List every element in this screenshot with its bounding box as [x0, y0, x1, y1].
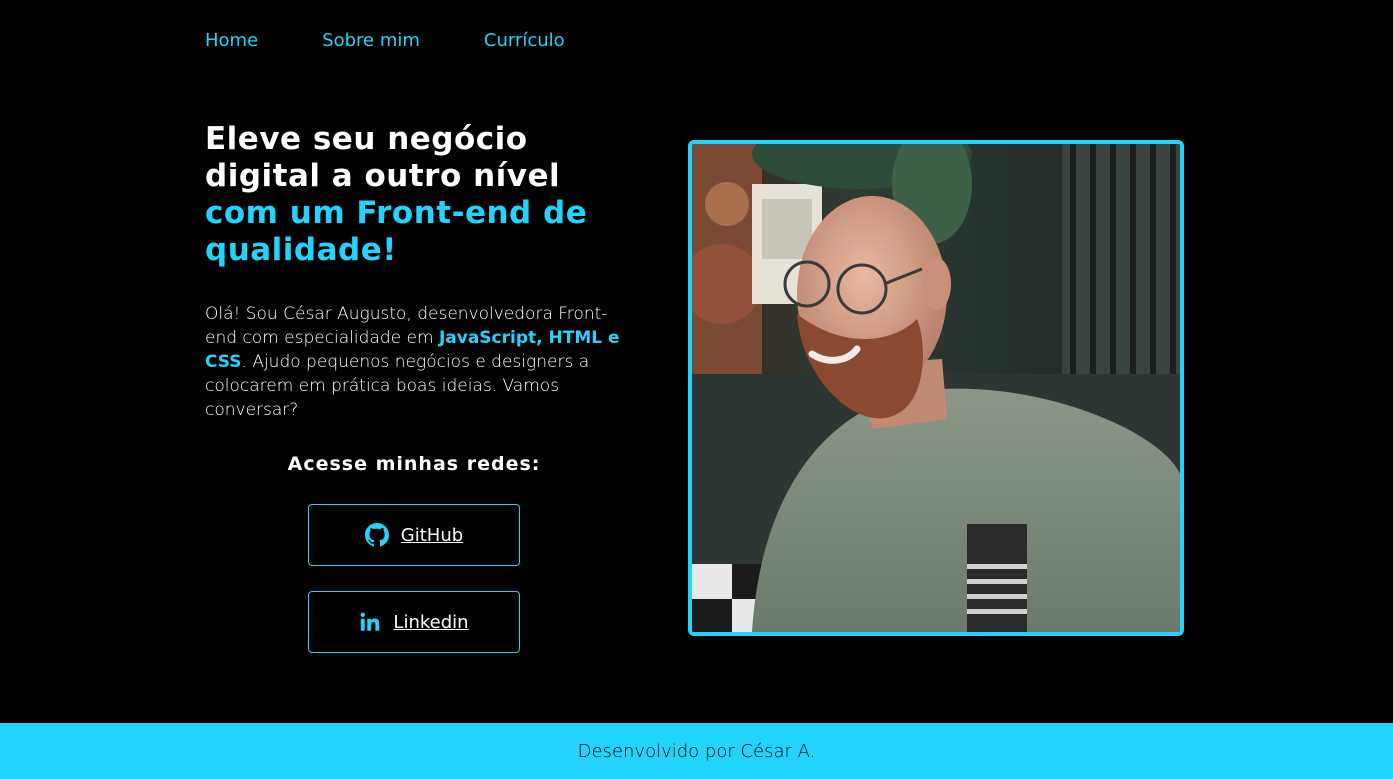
linkedin-icon: [359, 611, 381, 633]
footer-credit: Desenvolvido por César A.: [577, 740, 816, 762]
portrait-photo: [692, 144, 1180, 632]
nav-about-link[interactable]: Sobre mim: [322, 29, 420, 53]
nav-resume-link[interactable]: Currículo: [484, 29, 565, 53]
linkedin-label: Linkedin: [393, 611, 469, 633]
github-button[interactable]: GitHub: [308, 504, 520, 566]
github-label: GitHub: [400, 524, 464, 546]
headline-line-3: com um Front-end de: [205, 195, 588, 231]
headline-line-4: qualidade!: [205, 232, 397, 268]
footer: Desenvolvido por César A.: [0, 723, 1393, 779]
main-nav: Home Sobre mim Currículo: [205, 29, 629, 53]
intro-text-end: . Ajudo pequenos negócios e designers a …: [205, 352, 590, 420]
headline-line-2: digital a outro nível: [205, 158, 561, 194]
intro-paragraph: Olá! Sou César Augusto, desenvolvedora F…: [205, 302, 625, 422]
hero-headline: Eleve seu negócio digital a outro nível …: [205, 121, 645, 269]
linkedin-button[interactable]: Linkedin: [308, 591, 520, 653]
github-icon: [364, 523, 389, 547]
page: Home Sobre mim Currículo Eleve seu negóc…: [0, 0, 1393, 779]
profile-photo: [688, 140, 1184, 636]
social-title: Acesse minhas redes:: [287, 453, 541, 475]
nav-home-link[interactable]: Home: [205, 29, 258, 53]
headline-line-1: Eleve seu negócio: [205, 121, 528, 157]
